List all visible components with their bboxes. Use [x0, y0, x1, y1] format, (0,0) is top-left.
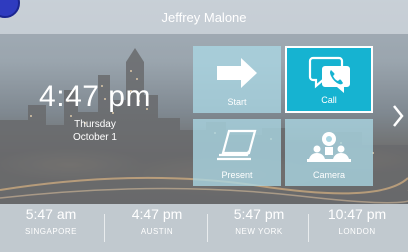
divider	[104, 214, 105, 242]
world-clock-time: 5:47 pm	[233, 206, 285, 222]
local-time: 4:47 pm	[39, 80, 151, 113]
call-tile-label: Call	[321, 95, 337, 105]
camera-tile-label: Camera	[312, 170, 345, 180]
world-clock-singapore: 5:47 am SINGAPORE	[0, 206, 102, 236]
home-screen: Jeffrey Malone 4:47 pm Thursday October …	[0, 0, 408, 252]
user-name: Jeffrey Malone	[161, 10, 247, 25]
camera-tile[interactable]: Camera	[285, 119, 373, 186]
local-date: Thursday October 1	[30, 118, 160, 144]
present-tile[interactable]: Present	[193, 119, 281, 186]
laptop-icon	[217, 129, 257, 161]
local-clock: 4:47 pm Thursday October 1	[30, 80, 160, 144]
local-date-text: October 1	[73, 132, 117, 143]
world-clock-city: LONDON	[338, 227, 376, 236]
world-clock-austin: 4:47 pm AUSTIN	[106, 206, 208, 236]
world-clock-city: SINGAPORE	[24, 227, 78, 236]
call-tile[interactable]: Call	[285, 46, 373, 113]
world-clock-time: 10:47 pm	[327, 206, 387, 222]
chat-phone-icon	[308, 56, 350, 93]
arrow-right-icon	[217, 58, 257, 88]
start-tile[interactable]: Start	[193, 46, 281, 113]
chevron-right-icon[interactable]	[391, 103, 405, 129]
world-clock-new-york: 5:47 pm NEW YORK	[208, 206, 310, 236]
present-tile-label: Present	[221, 170, 253, 180]
conference-camera-icon	[307, 132, 351, 162]
world-clock-city: AUSTIN	[140, 227, 174, 236]
local-day: Thursday	[74, 119, 116, 130]
top-bar: Jeffrey Malone	[0, 0, 408, 34]
start-tile-label: Start	[227, 97, 247, 107]
world-clock-city: NEW YORK	[235, 227, 283, 236]
world-clock-time: 5:47 am	[25, 206, 77, 222]
world-clock-time: 4:47 pm	[131, 206, 183, 222]
world-clock-london: 10:47 pm LONDON	[306, 206, 408, 236]
